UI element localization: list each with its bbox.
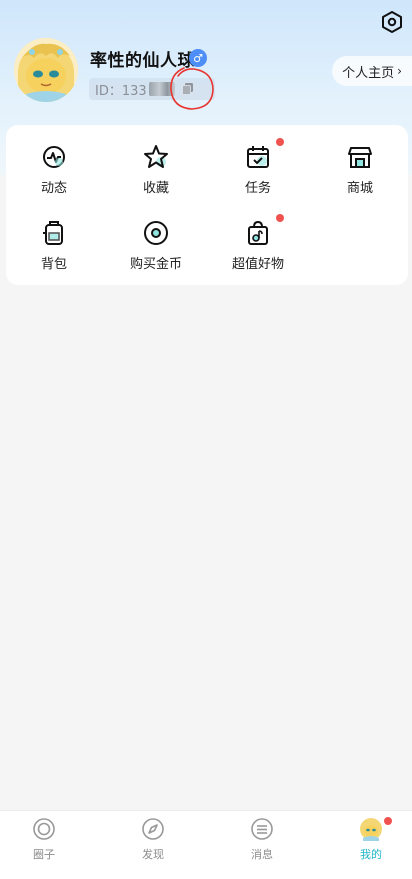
menu-item-label: 购买金币	[129, 257, 182, 272]
nav-tab-discover[interactable]: 发现	[113, 817, 193, 867]
menu-item-favorites[interactable]: 收藏	[116, 143, 196, 203]
backpack-icon	[43, 221, 63, 245]
chevron-right-icon: ›	[397, 64, 402, 78]
red-annotation-circle	[170, 67, 214, 110]
menu-item-label: 超值好物	[231, 257, 284, 272]
user-id-text: ID：133	[95, 83, 147, 99]
notification-dot	[276, 138, 284, 146]
personal-homepage-button[interactable]: 个人主页 ›	[332, 56, 412, 86]
nav-label: 圈子	[33, 848, 55, 861]
menu-item-label: 任务	[244, 181, 271, 196]
compass-icon	[142, 818, 164, 840]
menu-item-tasks[interactable]: 任务	[218, 138, 298, 203]
avatar[interactable]	[14, 38, 78, 102]
personal-homepage-label: 个人主页	[342, 65, 395, 81]
menu-item-label: 收藏	[142, 181, 169, 196]
menu-item-deals[interactable]: 超值好物	[218, 214, 298, 279]
store-icon	[348, 147, 372, 168]
menu-item-buy-coins[interactable]: 购买金币	[116, 219, 196, 279]
activity-icon	[43, 146, 65, 168]
feature-menu-card: 动态 收藏 任务 商城 背包 购买金币 超值好物	[6, 125, 408, 285]
notification-dot	[276, 214, 284, 222]
hexagon-settings-icon	[382, 11, 402, 33]
message-list-icon	[251, 818, 273, 840]
notification-dot	[384, 817, 392, 825]
nav-tab-messages[interactable]: 消息	[222, 817, 302, 867]
shopping-bag-icon	[248, 220, 268, 245]
nav-label: 消息	[251, 848, 273, 861]
nav-tab-circle[interactable]: 圈子	[4, 817, 84, 867]
coin-icon	[144, 221, 168, 245]
bottom-navigation: 圈子 发现 消息 我的	[0, 810, 412, 879]
menu-item-label: 背包	[40, 257, 67, 272]
star-icon	[144, 145, 168, 168]
menu-item-backpack[interactable]: 背包	[14, 219, 94, 279]
menu-item-activity[interactable]: 动态	[14, 143, 94, 203]
menu-item-label: 动态	[40, 181, 67, 196]
avatar-character-icon	[14, 38, 78, 102]
settings-button[interactable]	[378, 8, 406, 36]
nav-label: 发现	[142, 848, 164, 861]
calendar-check-icon	[247, 146, 269, 168]
menu-item-label: 商城	[346, 181, 373, 196]
nav-tab-me[interactable]: 我的	[331, 817, 411, 867]
nav-label: 我的	[360, 848, 382, 861]
avatar-icon	[360, 818, 382, 841]
circle-ring-icon	[33, 818, 55, 840]
menu-item-store[interactable]: 商城	[320, 143, 400, 203]
